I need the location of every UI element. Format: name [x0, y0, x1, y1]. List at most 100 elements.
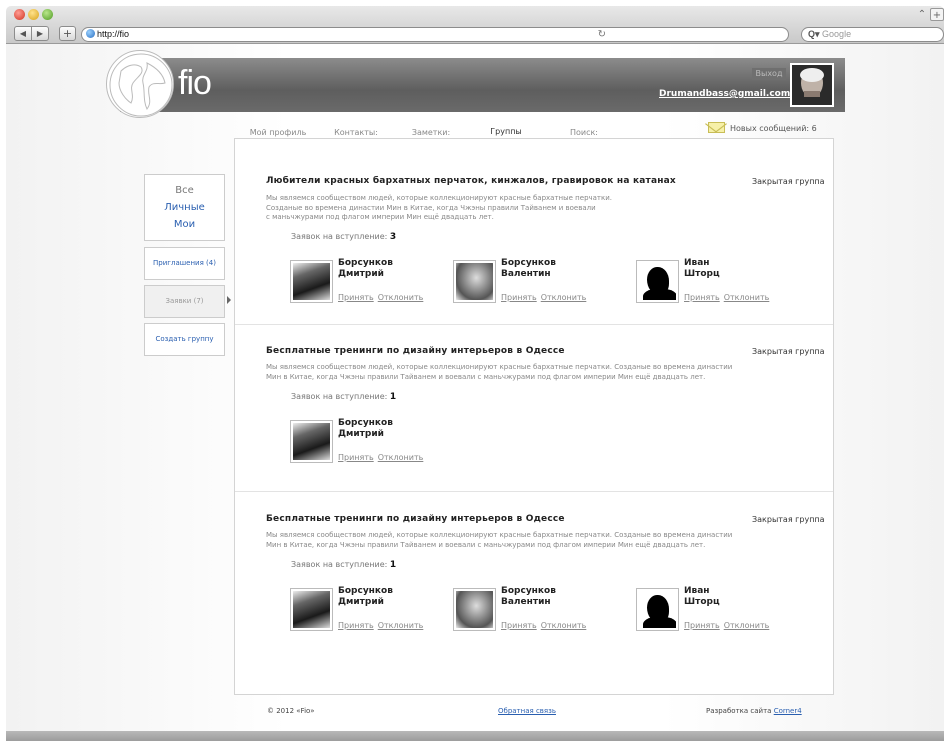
request-count-value: 1 — [389, 560, 397, 570]
decline-link[interactable]: Отклонить — [378, 453, 424, 462]
globe-icon — [86, 29, 95, 38]
applicant-name[interactable]: Иван Шторц — [684, 258, 774, 280]
applicant-name[interactable]: Борсунков Валентин — [501, 586, 591, 608]
filter-all[interactable]: Все — [145, 182, 224, 199]
decline-link[interactable]: Отклонить — [541, 621, 587, 630]
add-bookmark-button[interactable]: + — [59, 26, 76, 41]
feedback-link[interactable]: Обратная связь — [498, 707, 556, 715]
request-count-value: 1 — [389, 392, 397, 402]
group-title[interactable]: Бесплатные тренинги по дизайну интерьеро… — [266, 346, 565, 356]
group-title[interactable]: Любители красных бархатных перчаток, кин… — [266, 176, 676, 186]
request-count-label: Заявок на вступление: — [291, 560, 388, 569]
applicant-actions: Принять Отклонить — [338, 621, 427, 630]
applicant-photo[interactable] — [636, 588, 679, 631]
new-messages-link[interactable]: Новых сообщений: 6 — [708, 122, 817, 133]
group-description: Мы являемся сообществом людей, которые к… — [266, 194, 612, 223]
applicant-actions: Принять Отклонить — [501, 621, 590, 630]
forward-button[interactable]: ▶ — [31, 26, 49, 41]
applicant-photo[interactable] — [290, 588, 333, 631]
user-avatar[interactable] — [790, 63, 834, 107]
group-divider — [235, 324, 833, 325]
decline-link[interactable]: Отклонить — [541, 293, 587, 302]
applicant-photo[interactable] — [453, 588, 496, 631]
applicant-card: Борсунков Дмитрий Принять Отклонить — [290, 586, 470, 638]
applicant-name[interactable]: Борсунков Дмитрий — [338, 418, 428, 440]
site-header — [120, 58, 845, 112]
new-messages-label: Новых сообщений: 6 — [730, 124, 817, 133]
request-count: Заявок на вступление: 1 — [291, 392, 396, 402]
decline-link[interactable]: Отклонить — [724, 293, 770, 302]
applicant-name[interactable]: Борсунков Дмитрий — [338, 586, 428, 608]
invitations-button[interactable]: Приглашения (4) — [144, 247, 225, 280]
search-input[interactable]: Q▾ Google — [801, 27, 944, 42]
developer-credit: Разработка сайта Corner4 — [706, 707, 802, 715]
applicant-photo[interactable] — [290, 260, 333, 303]
decline-link[interactable]: Отклонить — [378, 293, 424, 302]
accept-link[interactable]: Принять — [338, 293, 374, 302]
applicant-actions: Принять Отклонить — [501, 293, 590, 302]
applicant-actions: Принять Отклонить — [338, 293, 427, 302]
group-type: Закрытая группа — [752, 177, 825, 186]
close-window-button[interactable] — [14, 9, 25, 20]
description-line: Мы являемся сообществом людей, которые к… — [266, 194, 613, 202]
accept-link[interactable]: Принять — [338, 453, 374, 462]
developer-prefix: Разработка сайта — [706, 707, 772, 715]
applicant-card: Борсунков Дмитрий Принять Отклонить — [290, 258, 470, 310]
reload-icon[interactable]: ↻ — [598, 28, 606, 41]
decline-link[interactable]: Отклонить — [724, 621, 770, 630]
group-description: Мы являемся сообществом людей, которые к… — [266, 363, 732, 382]
user-email-link[interactable]: Drumandbass@gmail.com — [659, 89, 790, 99]
group-type: Закрытая группа — [752, 515, 825, 524]
active-arrow-icon — [227, 296, 231, 304]
group-filter: Все Личные Мои — [144, 174, 225, 241]
requests-button[interactable]: Заявки (7) — [144, 285, 225, 318]
applicant-card: Борсунков Валентин Принять Отклонить — [453, 258, 633, 310]
applicant-card: Иван Шторц Принять Отклонить — [636, 586, 816, 638]
request-count-label: Заявок на вступление: — [291, 392, 388, 401]
accept-link[interactable]: Принять — [338, 621, 374, 630]
envelope-icon — [708, 122, 725, 133]
logout-button[interactable]: Выход — [752, 68, 786, 80]
url-text: http://fio — [97, 29, 130, 39]
request-count: Заявок на вступление: 1 — [291, 560, 396, 570]
applicant-actions: Принять Отклонить — [338, 453, 427, 462]
group-description: Мы являемся сообществом людей, которые к… — [266, 531, 732, 550]
resize-icon[interactable]: ⌃ — [916, 8, 928, 21]
create-group-button[interactable]: Создать группу — [144, 323, 225, 356]
filter-mine[interactable]: Мои — [145, 216, 224, 233]
back-button[interactable]: ◀ — [14, 26, 32, 41]
description-line: Созданые во времена династии Мин в Китае… — [266, 203, 596, 212]
accept-link[interactable]: Принять — [684, 293, 720, 302]
address-bar[interactable]: http://fio ↻ — [81, 27, 789, 42]
new-tab-button[interactable]: + — [930, 8, 944, 21]
applicant-name[interactable]: Борсунков Дмитрий — [338, 258, 428, 280]
search-icon: Q▾ — [808, 29, 820, 39]
applicant-actions: Принять Отклонить — [684, 293, 773, 302]
applicant-name[interactable]: Иван Шторц — [684, 586, 774, 608]
request-count: Заявок на вступление: 3 — [291, 232, 396, 242]
applicant-photo[interactable] — [453, 260, 496, 303]
search-placeholder: Google — [822, 29, 852, 39]
request-count-label: Заявок на вступление: — [291, 232, 388, 241]
description-line: Мин в Китае, когда Чжэны правили Тайване… — [266, 540, 706, 549]
zoom-window-button[interactable] — [42, 9, 53, 20]
accept-link[interactable]: Принять — [501, 293, 537, 302]
description-line: Мин в Китае, когда Чжэны правили Тайване… — [266, 372, 706, 381]
accept-link[interactable]: Принять — [684, 621, 720, 630]
applicant-photo[interactable] — [636, 260, 679, 303]
minimize-window-button[interactable] — [28, 9, 39, 20]
applicant-name[interactable]: Борсунков Валентин — [501, 258, 591, 280]
request-count-value: 3 — [389, 232, 397, 242]
applicant-card: Борсунков Дмитрий Принять Отклонить — [290, 418, 470, 470]
developer-link[interactable]: Corner4 — [774, 707, 802, 715]
applicant-card: Иван Шторц Принять Отклонить — [636, 258, 816, 310]
accept-link[interactable]: Принять — [501, 621, 537, 630]
applicant-card: Борсунков Валентин Принять Отклонить — [453, 586, 633, 638]
group-divider — [235, 491, 833, 492]
decline-link[interactable]: Отклонить — [378, 621, 424, 630]
logo-text[interactable]: fio — [178, 64, 212, 103]
group-title[interactable]: Бесплатные тренинги по дизайну интерьеро… — [266, 514, 565, 524]
globe-logo-icon[interactable] — [106, 50, 174, 118]
filter-personal[interactable]: Личные — [145, 199, 224, 216]
applicant-photo[interactable] — [290, 420, 333, 463]
